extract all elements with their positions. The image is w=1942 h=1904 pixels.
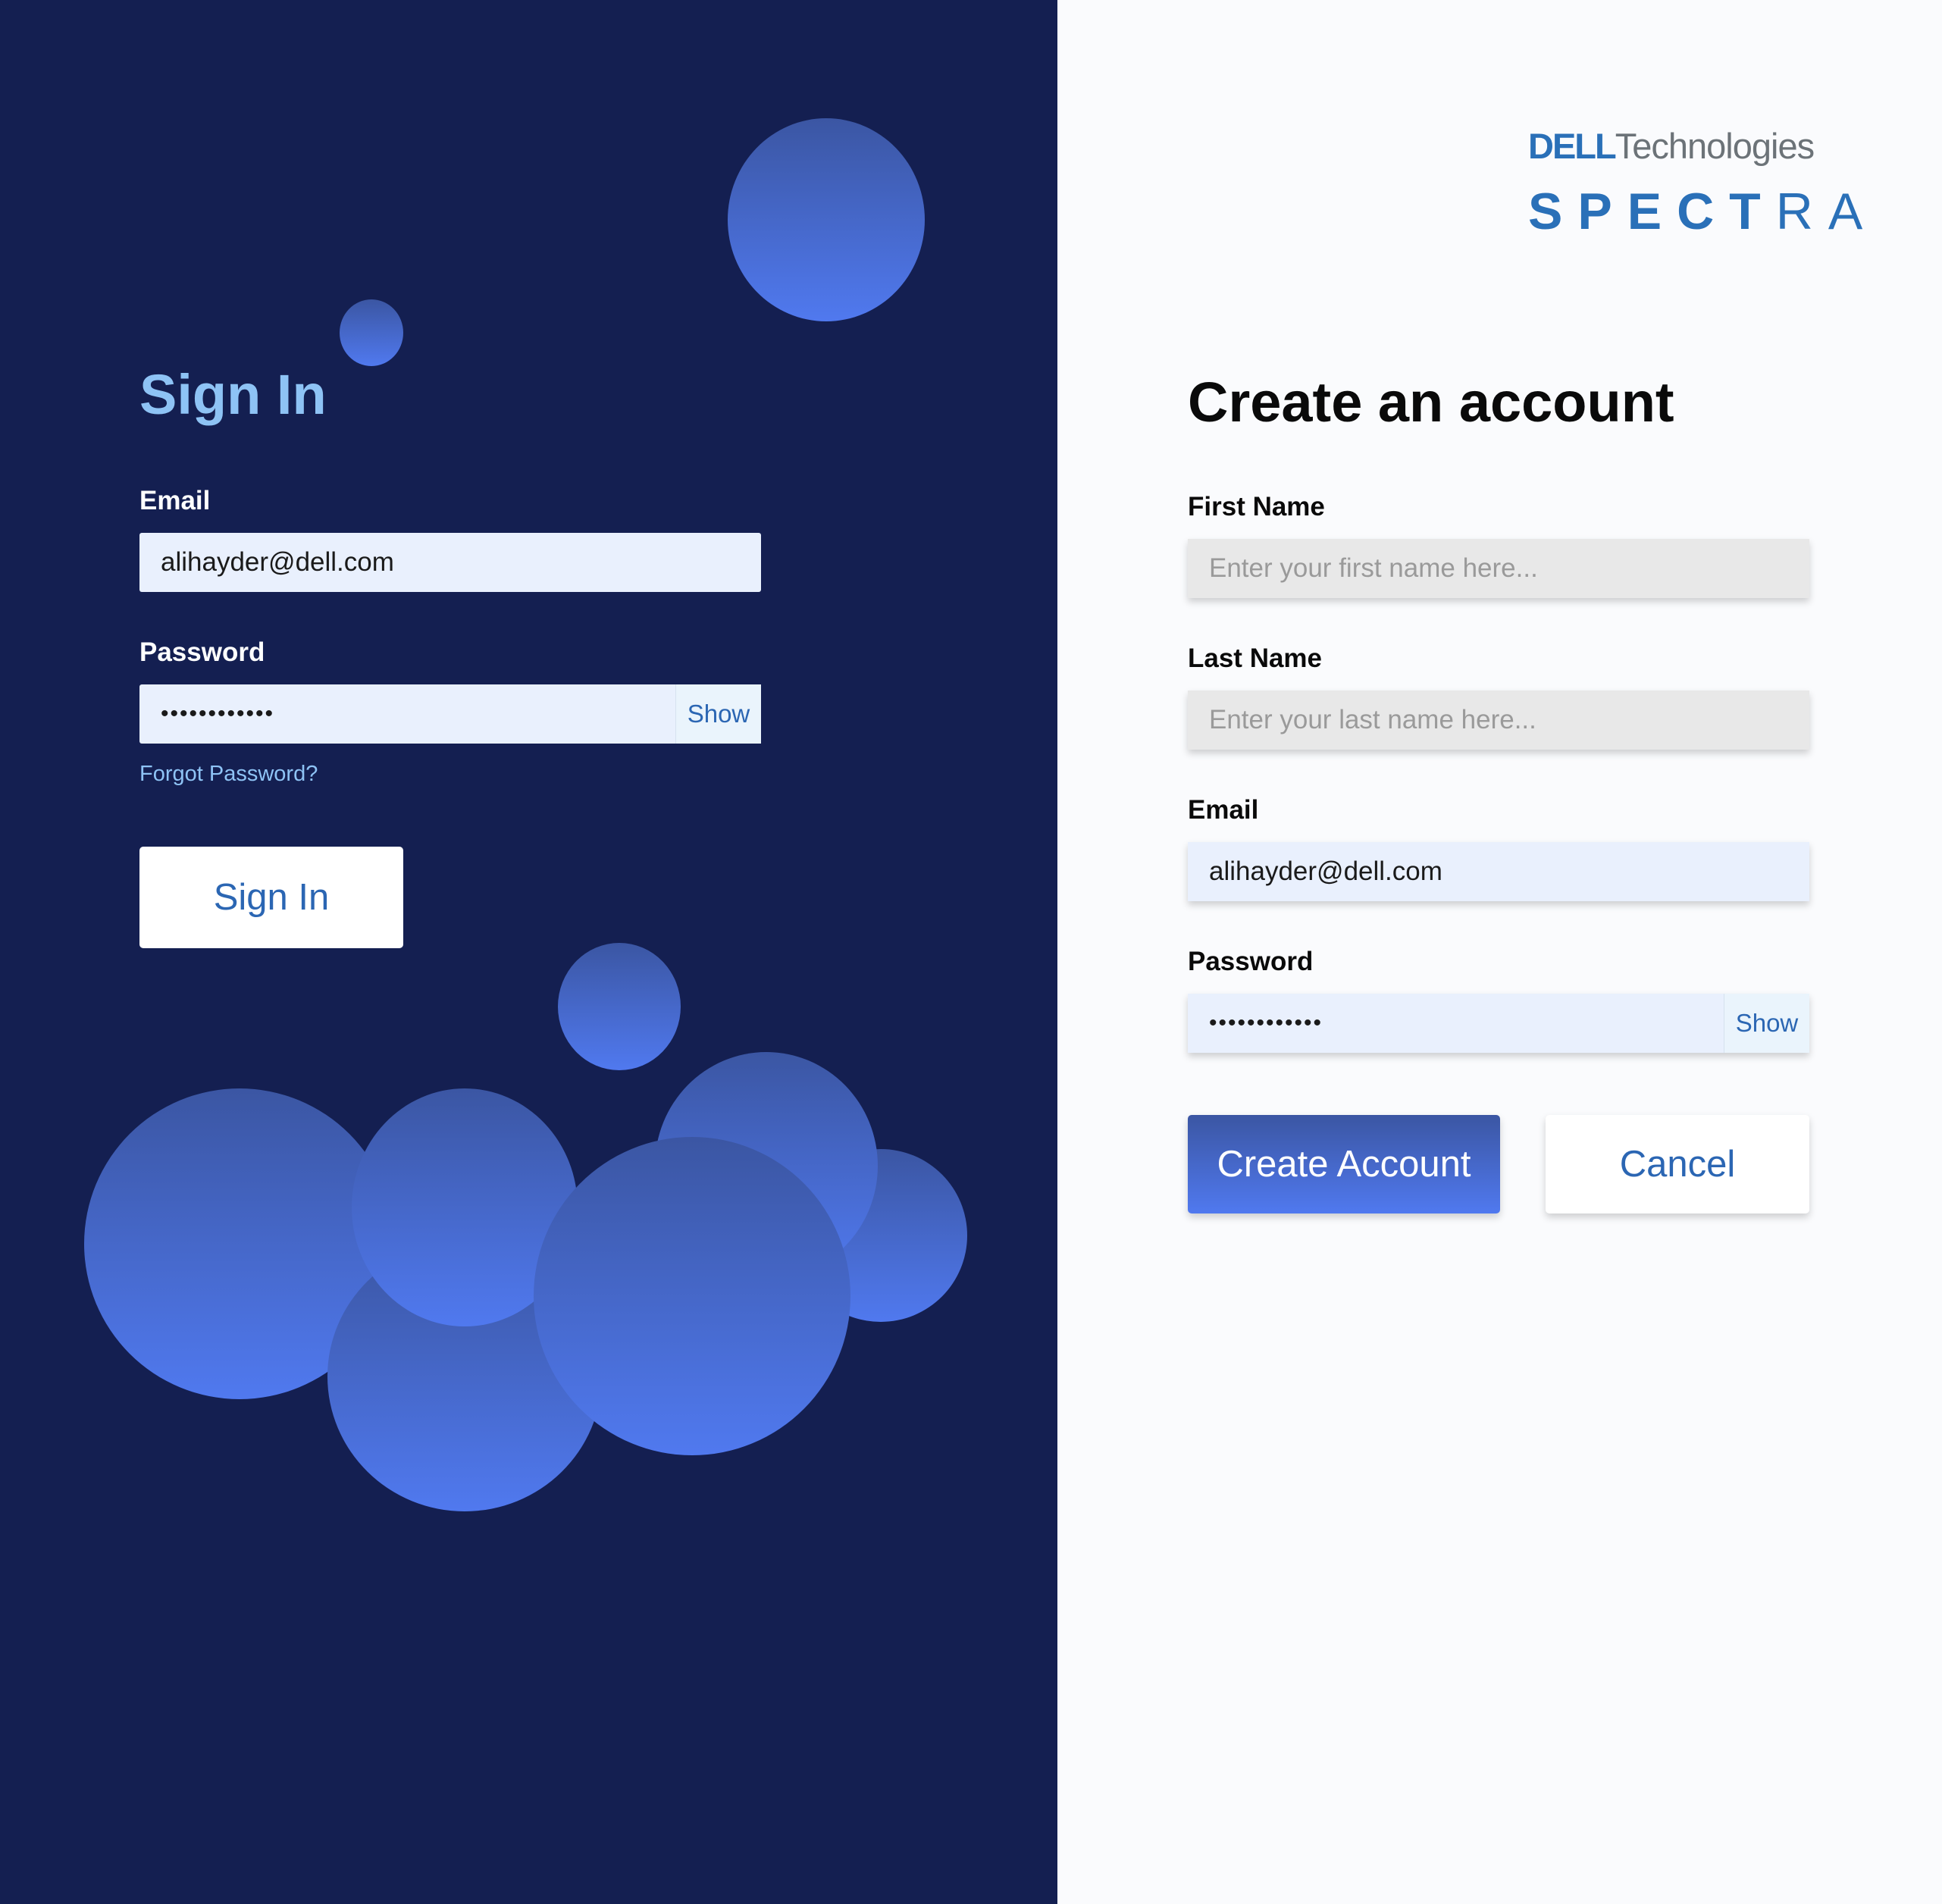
register-password-input[interactable]: •••••••••••• Show xyxy=(1188,994,1809,1053)
signin-panel: Sign In Email alihayder@dell.com Passwor… xyxy=(0,0,1057,1904)
signin-email-input[interactable]: alihayder@dell.com xyxy=(139,533,761,592)
signin-email-label: Email xyxy=(139,486,211,515)
register-password-label: Password xyxy=(1188,947,1314,976)
first-name-placeholder: Enter your first name here... xyxy=(1209,553,1538,583)
forgot-password-link[interactable]: Forgot Password? xyxy=(139,762,318,787)
first-name-input[interactable]: Enter your first name here... xyxy=(1188,539,1809,598)
register-password-value: •••••••••••• xyxy=(1209,1010,1323,1035)
signin-password-input[interactable]: •••••••••••• Show xyxy=(139,684,761,744)
signin-email-value: alihayder@dell.com xyxy=(161,547,394,577)
register-panel: DELLTechnologies SPECTRA Create an accou… xyxy=(1057,0,1942,1904)
decorative-bubble xyxy=(534,1137,850,1455)
first-name-label: First Name xyxy=(1188,492,1325,521)
last-name-placeholder: Enter your last name here... xyxy=(1209,705,1536,734)
cancel-button[interactable]: Cancel xyxy=(1546,1115,1809,1213)
signin-button[interactable]: Sign In xyxy=(139,847,403,948)
last-name-label: Last Name xyxy=(1188,644,1323,673)
register-email-input[interactable]: alihayder@dell.com xyxy=(1188,842,1809,901)
spectra-wordmark-light: RA xyxy=(1775,183,1878,240)
signin-password-value: •••••••••••• xyxy=(161,701,275,726)
create-account-title: Create an account xyxy=(1188,371,1674,434)
decorative-bubble xyxy=(558,943,681,1070)
signin-password-label: Password xyxy=(139,637,265,667)
create-account-button[interactable]: Create Account xyxy=(1188,1115,1500,1213)
decorative-bubble xyxy=(340,299,403,366)
register-email-value: alihayder@dell.com xyxy=(1209,856,1442,886)
spectra-wordmark-bold: SPECT xyxy=(1528,183,1776,240)
signin-title: Sign In xyxy=(139,363,327,426)
register-show-password-button[interactable]: Show xyxy=(1724,994,1809,1053)
register-email-label: Email xyxy=(1188,795,1259,825)
last-name-input[interactable]: Enter your last name here... xyxy=(1188,691,1809,750)
spectra-logo: SPECTRA xyxy=(1528,182,1878,241)
dell-wordmark: DELL xyxy=(1528,126,1617,166)
technologies-wordmark: Technologies xyxy=(1615,126,1815,166)
dell-technologies-logo: DELLTechnologies xyxy=(1528,125,1815,167)
signin-show-password-button[interactable]: Show xyxy=(675,684,761,744)
decorative-bubble xyxy=(728,118,925,321)
